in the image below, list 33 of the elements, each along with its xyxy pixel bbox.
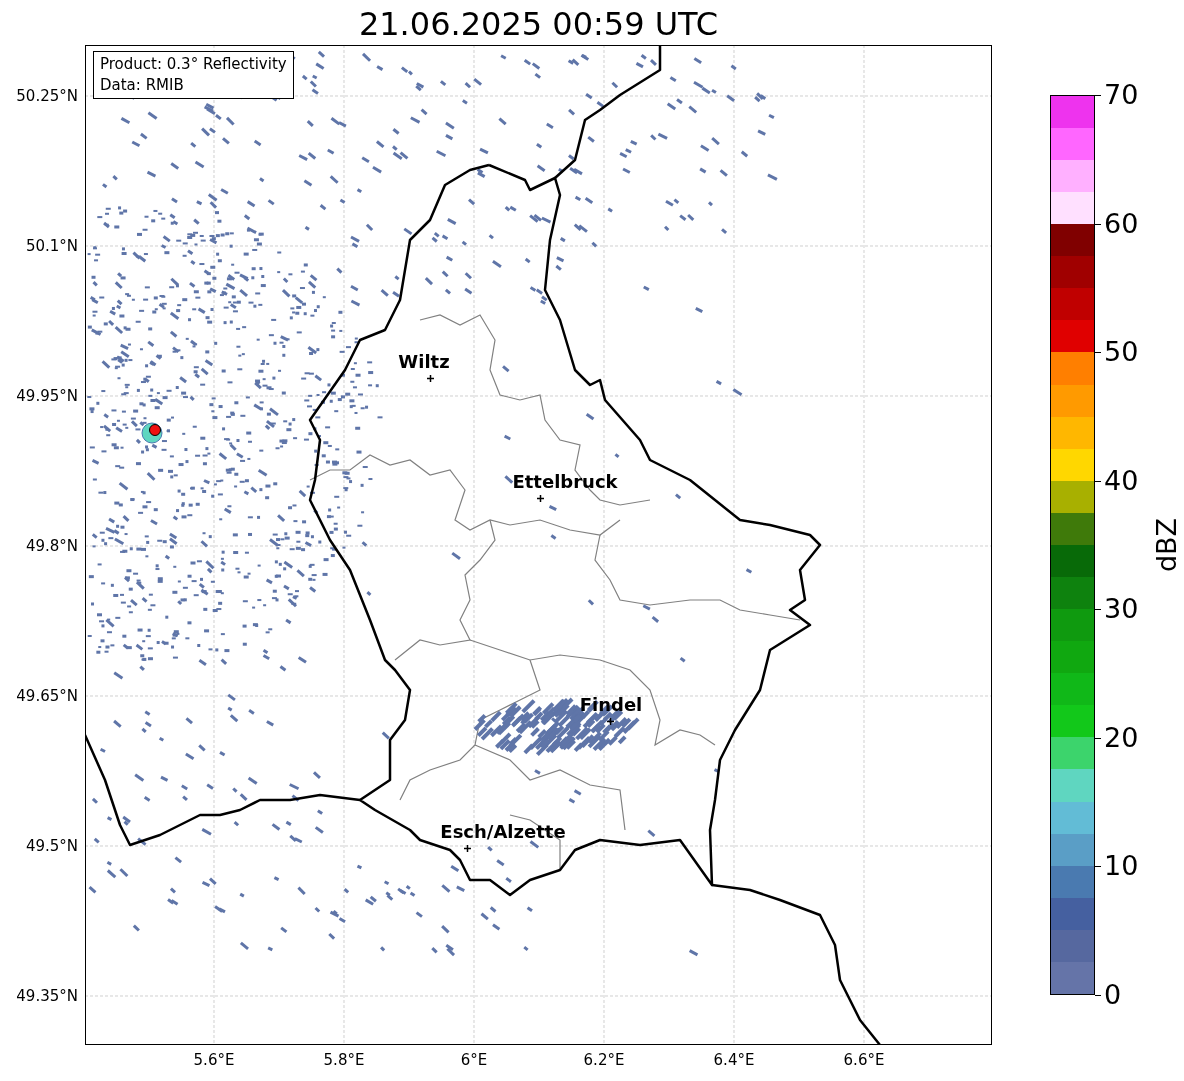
colorbar-label: dBZ — [1152, 517, 1183, 573]
city-marker-icon — [464, 845, 471, 852]
colorbar-tick-label: 60 — [1104, 208, 1139, 239]
latitude-label: 50.25°N — [16, 87, 78, 105]
colorbar-tick-label: 70 — [1104, 80, 1139, 110]
city-label: Wiltz — [398, 352, 450, 372]
city-marker-icon — [427, 375, 434, 382]
colorbar-tick-label: 0 — [1104, 980, 1122, 1010]
city-marker-icon — [537, 495, 544, 502]
city-label: Esch/Alzette — [440, 822, 566, 842]
latitude-label: 49.35°N — [16, 987, 78, 1005]
colorbar-tick-label: 10 — [1104, 851, 1139, 882]
chart-title: 21.06.2025 00:59 UTC — [357, 4, 720, 44]
colorbar-tick-label: 40 — [1104, 465, 1139, 496]
latitude-label: 49.5°N — [25, 837, 78, 855]
longitude-label: 5.6°E — [193, 1051, 235, 1069]
longitude-label: 6.2°E — [583, 1051, 625, 1069]
city-marker-icon — [607, 718, 614, 725]
colorbar-tick-label: 50 — [1104, 337, 1139, 368]
longitude-label: 5.8°E — [323, 1051, 365, 1069]
colorbar-tick-label: 30 — [1104, 594, 1139, 625]
info-text: Data: RMIB — [100, 75, 185, 96]
radar-site-marker — [141, 422, 163, 444]
latitude-label: 49.8°N — [25, 537, 78, 555]
longitude-label: 6.6°E — [843, 1051, 885, 1069]
longitude-label: 6°E — [460, 1051, 488, 1069]
longitude-label: 6.4°E — [713, 1051, 755, 1069]
latitude-label: 49.65°N — [16, 687, 78, 705]
info-text: Product: 0.3° Reflectivity — [100, 54, 287, 75]
latitude-label: 50.1°N — [25, 237, 78, 255]
colorbar-tick-label: 20 — [1104, 722, 1139, 753]
latitude-label: 49.95°N — [16, 387, 78, 405]
city-label: Ettelbruck — [512, 472, 618, 492]
